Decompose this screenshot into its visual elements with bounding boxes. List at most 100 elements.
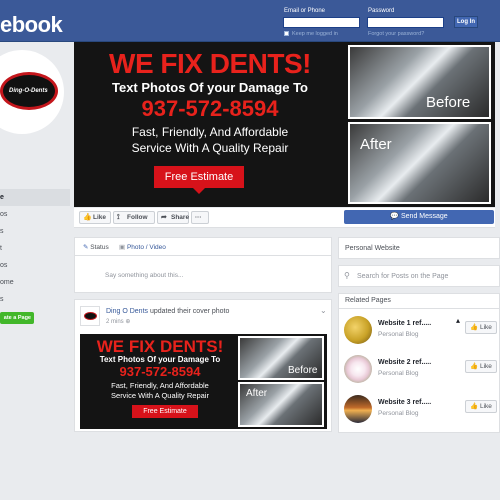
post-avatar[interactable]: [80, 306, 100, 326]
chevron-down-icon[interactable]: ⌄: [320, 306, 327, 315]
related-pages-title: Related Pages: [345, 297, 391, 304]
forgot-password-link[interactable]: Forgot your password?: [368, 31, 424, 37]
sidebar-item-photos[interactable]: os: [0, 206, 70, 223]
search-input[interactable]: Search for Posts on the Page: [357, 273, 448, 280]
button-arrow: [193, 188, 205, 194]
password-field[interactable]: [367, 17, 444, 28]
profile-picture-logo: Ding-O-Dents: [0, 72, 58, 110]
related-page-name[interactable]: Website 2 ref.....: [378, 359, 431, 366]
thumbs-up-icon: 👍: [470, 324, 479, 331]
post-image[interactable]: WE FIX DENTS! Text Photos Of your Damage…: [80, 334, 327, 429]
email-label: Email or Phone: [284, 8, 326, 14]
search-posts-box[interactable]: ⚲ Search for Posts on the Page: [338, 265, 500, 287]
photo-tab-label: Photo / Video: [126, 244, 166, 251]
sidebar-nav: e os s t os ome s: [0, 189, 70, 308]
composer-input[interactable]: Say something about this...: [105, 272, 183, 279]
thumbs-up-icon: 👍: [83, 214, 92, 221]
related-like-label: Like: [480, 324, 492, 331]
related-divider: [339, 308, 499, 309]
related-page-thumbnail[interactable]: [344, 316, 372, 344]
password-label: Password: [368, 8, 395, 14]
login-button[interactable]: Log In: [454, 16, 478, 28]
share-button[interactable]: ➦ Share: [157, 211, 189, 224]
thumbs-up-icon: 👍: [470, 363, 479, 370]
personal-website-label: Personal Website: [345, 245, 400, 252]
sidebar-item-videos[interactable]: os: [0, 257, 70, 274]
post-image-subtitle: Text Photos Of your Damage To: [99, 355, 221, 364]
sidebar-item-home[interactable]: e: [0, 189, 70, 206]
share-label: Share: [171, 214, 190, 221]
post-timestamp[interactable]: 2 mins ⊕: [106, 318, 130, 325]
pencil-icon: ✎: [83, 244, 89, 251]
sidebar-item-likes[interactable]: s: [0, 291, 70, 308]
post-image-estimate-button: Free Estimate: [132, 405, 198, 418]
after-photo: After: [348, 122, 491, 204]
personal-website-card[interactable]: Personal Website: [338, 237, 500, 259]
related-page-name[interactable]: Website 3 ref.....: [378, 399, 431, 406]
like-label: Like: [93, 214, 107, 221]
create-page-button[interactable]: ate a Page: [0, 312, 34, 324]
related-like-button[interactable]: 👍 Like: [465, 360, 497, 373]
share-icon: ➦: [161, 214, 167, 221]
related-page-item: Website 1 ref..... Personal Blog ▴ 👍 Like: [344, 316, 497, 348]
status-tab-label: Status: [90, 244, 109, 251]
cover-line-1: Fast, Friendly, And Affordable: [131, 125, 289, 139]
camera-icon: ▣: [119, 244, 126, 251]
messenger-icon: 💬: [390, 213, 401, 220]
more-options-icon[interactable]: ▴: [456, 316, 460, 325]
related-page-category: Personal Blog: [378, 331, 419, 338]
like-button[interactable]: 👍 Like: [79, 211, 111, 224]
follow-label: Follow: [127, 214, 148, 221]
logo-text: Ding-O-Dents: [9, 88, 48, 94]
post-image-phone: 937-572-8594: [119, 364, 201, 379]
photo-video-tab[interactable]: ▣ Photo / Video: [119, 243, 166, 251]
related-page-item: Website 2 ref..... Personal Blog 👍 Like: [344, 355, 497, 387]
post-header: Ding O Dents updated their cover photo: [106, 308, 229, 315]
page-action-bar: 👍 Like ⟟ Follow ➦ Share ··· 💬 Send Message: [74, 208, 495, 228]
post-before-label: Before: [288, 365, 318, 376]
sidebar-item-about[interactable]: t: [0, 240, 70, 257]
before-photo: Before: [348, 45, 491, 119]
top-bar: ebook Email or Phone Password Log In Kee…: [0, 0, 500, 42]
before-label: Before: [426, 94, 471, 111]
cover-line-2: Service With A Quality Repair: [131, 141, 289, 155]
email-field[interactable]: [283, 17, 360, 28]
globe-icon: ⊕: [125, 319, 131, 325]
keep-logged-in-checkbox[interactable]: [284, 31, 289, 36]
status-tab[interactable]: ✎ Status: [83, 243, 109, 251]
cover-phone: 937-572-8594: [141, 96, 279, 121]
related-page-category: Personal Blog: [378, 370, 419, 377]
cover-subtitle: Text Photos Of your Damage To: [112, 80, 308, 95]
cover-photo[interactable]: WE FIX DENTS! Text Photos Of your Damage…: [74, 42, 495, 207]
send-message-button[interactable]: 💬 Send Message: [344, 210, 494, 224]
post-author-link[interactable]: Ding O Dents: [106, 308, 148, 315]
search-icon: ⚲: [344, 271, 350, 280]
composer-divider: [75, 255, 331, 256]
post-after-photo: After: [238, 382, 324, 427]
related-page-item: Website 3 ref..... Personal Blog 👍 Like: [344, 395, 497, 427]
sidebar-item-posts[interactable]: s: [0, 223, 70, 240]
related-like-label: Like: [480, 363, 492, 370]
post-time-text: 2 mins: [106, 319, 124, 325]
send-message-label: Send Message: [400, 213, 448, 220]
related-page-category: Personal Blog: [378, 410, 419, 417]
more-button[interactable]: ···: [191, 211, 209, 224]
thumbs-up-icon: 👍: [470, 403, 479, 410]
post-before-photo: Before: [238, 336, 324, 380]
related-like-button[interactable]: 👍 Like: [465, 400, 497, 413]
facebook-logo[interactable]: ebook: [0, 12, 63, 38]
follow-button[interactable]: ⟟ Follow: [113, 211, 155, 224]
related-page-name[interactable]: Website 1 ref.....: [378, 320, 431, 327]
related-like-button[interactable]: 👍 Like: [465, 321, 497, 334]
post-image-line-2: Service With A Quality Repair: [111, 391, 209, 400]
rss-icon: ⟟: [117, 214, 120, 221]
keep-logged-in-label: Keep me logged in: [292, 31, 338, 37]
related-pages-card: Related Pages Website 1 ref..... Persona…: [338, 293, 500, 433]
related-page-thumbnail[interactable]: [344, 395, 372, 423]
free-estimate-button[interactable]: Free Estimate: [154, 166, 244, 188]
post-action-text: updated their cover photo: [149, 308, 230, 315]
sidebar-item-community[interactable]: ome: [0, 274, 70, 291]
related-page-thumbnail[interactable]: [344, 355, 372, 383]
avatar-logo: [84, 312, 97, 320]
after-label: After: [360, 136, 392, 153]
